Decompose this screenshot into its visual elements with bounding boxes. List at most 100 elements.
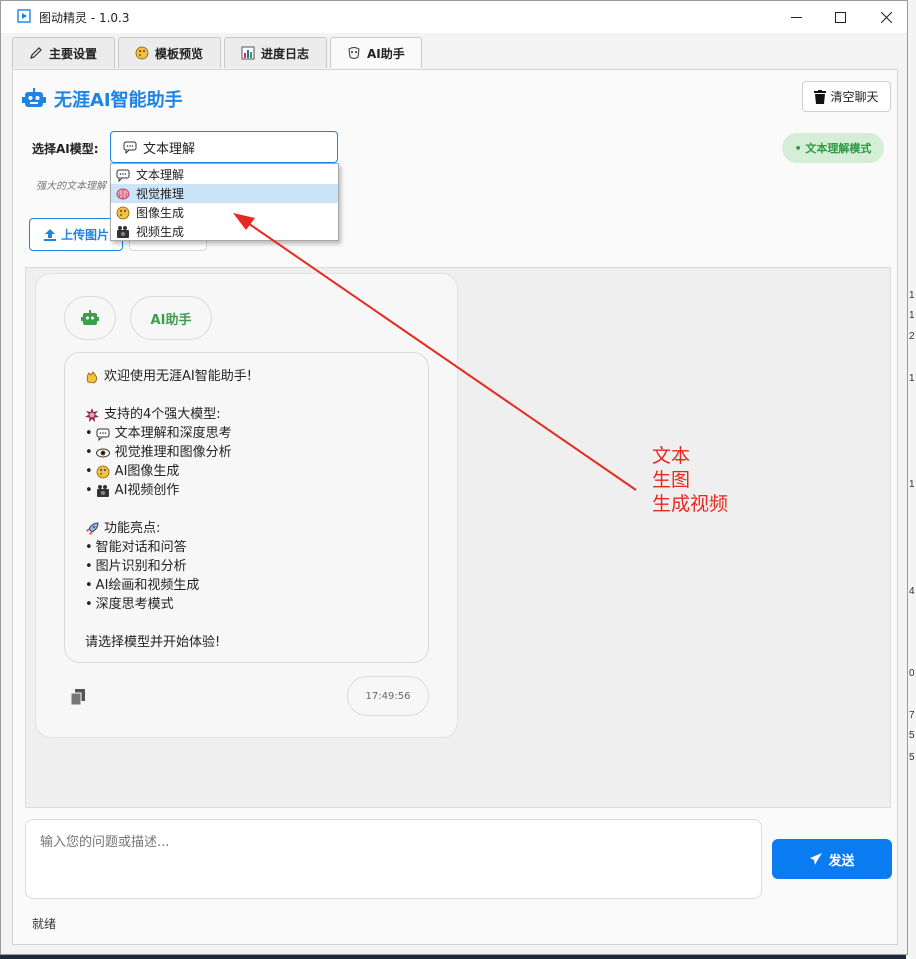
message-line: • 图片识别和分析	[85, 557, 428, 576]
chat-input-box[interactable]	[25, 819, 762, 899]
dropdown-option[interactable]: 文本理解	[111, 165, 338, 184]
message-line: • AI图像生成	[85, 462, 428, 481]
message-line: • AI绘画和视频生成	[85, 576, 428, 595]
message-text: 欢迎使用无涯AI智能助手!	[104, 369, 252, 384]
upload-icon	[43, 228, 56, 241]
bullet: •	[85, 540, 93, 555]
star-burst-icon	[85, 407, 99, 422]
message-line: • 深度思考模式	[85, 595, 428, 614]
annotation-line: 生图	[652, 469, 691, 491]
speech-bubble-icon	[123, 141, 137, 154]
tab-bar: 主要设置 模板预览 进度日志 AI助手	[12, 37, 422, 69]
message-bubble: 欢迎使用无涯AI智能助手! 支持的4个强大模型: • 文本理解和深度思考 • 视觉推理和图…	[64, 352, 429, 663]
message-line: • 视觉推理和图像分析	[85, 443, 428, 462]
annotation-line: 文本	[652, 445, 691, 467]
tab-ai-assistant[interactable]: AI助手	[330, 37, 422, 68]
speech-bubble-icon	[96, 428, 110, 441]
message-line: 支持的4个强大模型:	[85, 405, 428, 424]
clear-chat-button[interactable]: 清空聊天	[802, 81, 891, 112]
app-icon	[17, 9, 31, 23]
model-selected-value: 文本理解	[143, 141, 196, 157]
copy-icon[interactable]	[71, 689, 85, 705]
paper-plane-icon	[810, 853, 823, 865]
message-text: 视觉推理和图像分析	[114, 445, 232, 460]
background-window-number: 1	[909, 479, 915, 490]
palette-icon	[116, 206, 130, 219]
message-text: AI绘画和视频生成	[95, 578, 200, 593]
bar-chart-icon	[241, 46, 255, 60]
palette-icon	[96, 465, 110, 478]
message-line: • 文本理解和深度思考	[85, 424, 428, 443]
minimize-button[interactable]	[773, 1, 819, 33]
bullet: •	[85, 464, 93, 479]
trash-icon	[814, 89, 827, 104]
mode-badge: • 文本理解模式	[782, 133, 884, 163]
background-window-number: 1	[909, 290, 915, 301]
robot-icon	[81, 310, 99, 325]
send-label: 发送	[828, 853, 855, 869]
message-text: AI图像生成	[114, 464, 180, 479]
bullet: •	[85, 483, 93, 498]
option-label: 视觉推理	[136, 187, 185, 201]
tab-label: 模板预览	[155, 46, 204, 61]
dropdown-option[interactable]: 视频生成	[111, 222, 338, 241]
chat-input[interactable]	[38, 834, 753, 851]
robot-icon	[22, 88, 46, 107]
tab-progress-log[interactable]: 进度日志	[224, 37, 327, 68]
background-window-number: 2	[909, 331, 915, 342]
title-text: 无涯AI智能助手	[54, 90, 183, 111]
palette-icon	[135, 46, 149, 60]
message-line: 请选择模型并开始体验!	[85, 633, 428, 652]
background-window-number: 5	[909, 730, 915, 741]
message-text: 深度思考模式	[95, 597, 174, 612]
background-window-number: 5	[909, 752, 915, 763]
message-text: 图片识别和分析	[95, 559, 187, 574]
message-line: 欢迎使用无涯AI智能助手!	[85, 367, 428, 386]
background-window-number: 4	[909, 586, 915, 597]
speech-bubble-icon	[116, 169, 130, 182]
robot-mask-icon	[348, 47, 360, 59]
upload-image-button[interactable]: 上传图片	[29, 218, 123, 251]
clear-chat-label: 清空聊天	[830, 90, 879, 104]
rocket-icon	[86, 521, 99, 535]
maximize-icon	[834, 11, 846, 23]
bullet: •	[85, 578, 93, 593]
message-text: 支持的4个强大模型:	[104, 407, 221, 422]
background-window-number: 0	[909, 668, 915, 679]
dropdown-option[interactable]: 图像生成	[111, 203, 338, 222]
annotation-line: 生成视频	[652, 493, 729, 515]
message-line: • AI视频创作	[85, 481, 428, 500]
message-line: 功能亮点:	[85, 519, 428, 538]
message-timestamp: 17:49:56	[347, 676, 429, 716]
background-window-number: 7	[909, 710, 915, 721]
model-select[interactable]: 文本理解	[110, 131, 338, 163]
model-select-label: 选择AI模型:	[32, 142, 99, 156]
send-button[interactable]: 发送	[772, 839, 892, 879]
bullet: •	[85, 445, 93, 460]
message-text: AI视频创作	[114, 483, 180, 498]
model-description: 强大的文本理解	[36, 181, 106, 192]
close-button[interactable]	[863, 1, 909, 33]
eye-icon	[95, 448, 110, 457]
brain-icon	[116, 188, 130, 199]
dropdown-option[interactable]: 视觉推理	[111, 184, 338, 203]
message-text: 请选择模型并开始体验!	[85, 635, 221, 650]
annotation-text: 文本 生图 生成视频	[652, 444, 728, 516]
model-dropdown-list: 文本理解视觉推理图像生成视频生成	[110, 163, 339, 241]
ai-avatar	[64, 296, 116, 340]
tab-label: 进度日志	[261, 46, 310, 61]
background-window-number: 1	[909, 373, 915, 384]
camera-icon	[96, 484, 109, 497]
pencil-icon	[30, 47, 42, 59]
tab-main-settings[interactable]: 主要设置	[12, 37, 115, 68]
message-text: 文本理解和深度思考	[114, 426, 232, 441]
maximize-button[interactable]	[817, 1, 863, 33]
tab-template-preview[interactable]: 模板预览	[118, 37, 221, 68]
page-title: 无涯AI智能助手	[22, 86, 183, 112]
option-label: 视频生成	[136, 225, 185, 239]
tab-label: 主要设置	[49, 46, 98, 61]
clap-icon	[86, 370, 98, 383]
